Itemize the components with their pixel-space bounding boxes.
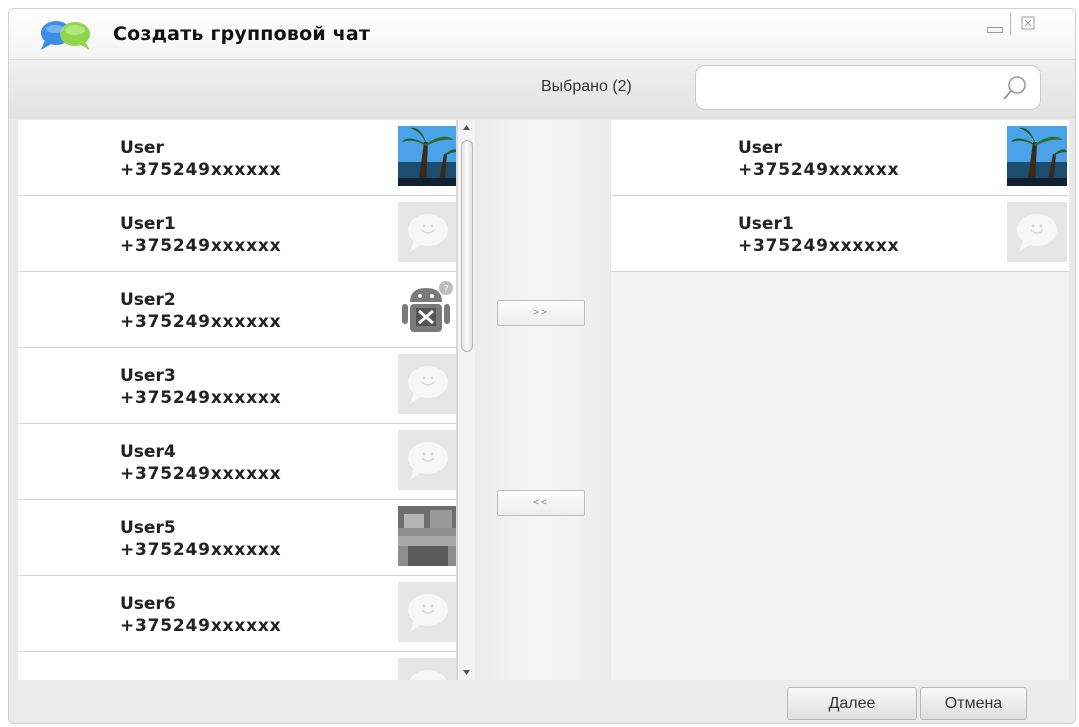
contact-name: User <box>120 138 164 158</box>
title-bar: Создать групповой чат <box>9 9 1075 59</box>
contact-name: User5 <box>120 518 176 538</box>
avatar <box>398 506 456 566</box>
contact-phone: +375249xxxxxx <box>120 464 282 484</box>
contact-row[interactable]: User1 +375249xxxxxx <box>18 196 456 272</box>
contact-name: User <box>738 138 782 158</box>
contact-phone: +375249xxxxxx <box>120 540 282 560</box>
default-avatar-icon <box>398 354 456 414</box>
selected-row[interactable]: User +375249xxxxxx <box>611 120 1069 196</box>
contact-name: User1 <box>120 214 176 234</box>
scroll-up-icon[interactable] <box>458 120 475 136</box>
footer: Далее Отмена <box>9 680 1075 723</box>
selected-count: Выбрано (2) <box>541 78 632 95</box>
contact-row[interactable]: User +375249xxxxxx <box>18 120 456 196</box>
contact-row[interactable]: User2 +375249xxxxxx ? <box>18 272 456 348</box>
toolbar: Выбрано (2) <box>9 59 1075 119</box>
contact-phone: +375249xxxxxx <box>738 160 900 180</box>
contact-name: User1 <box>738 214 794 234</box>
contacts-scrollbar[interactable] <box>457 120 475 680</box>
default-avatar-icon <box>398 582 456 642</box>
avatar <box>398 126 456 186</box>
contact-phone: +375249xxxxxx <box>120 236 282 256</box>
contacts-list: User +375249xxxxxx User1 +375249xxxxxx U… <box>18 120 457 680</box>
search-field[interactable] <box>695 65 1041 110</box>
add-to-selected-button[interactable]: >> <box>497 300 585 326</box>
svg-text:?: ? <box>443 284 448 295</box>
contact-phone: +375249xxxxxx <box>120 616 282 636</box>
next-button[interactable]: Далее <box>787 687 917 720</box>
transfer-column: >> << <box>476 120 610 680</box>
contact-phone: +375249xxxxxx <box>120 388 282 408</box>
contact-row[interactable]: User5 +375249xxxxxx <box>18 500 456 576</box>
contact-row[interactable]: User3 +375249xxxxxx <box>18 348 456 424</box>
contact-name: User3 <box>120 366 176 386</box>
contact-row[interactable]: User6 +375249xxxxxx <box>18 576 456 652</box>
contact-name: User6 <box>120 594 176 614</box>
remove-from-selected-button[interactable]: << <box>497 490 585 516</box>
default-avatar-icon <box>1007 202 1067 262</box>
contact-row-partial[interactable] <box>18 652 456 680</box>
contact-phone: +375249xxxxxx <box>120 312 282 332</box>
contact-row[interactable]: User4 +375249xxxxxx <box>18 424 456 500</box>
chat-bubbles-icon <box>41 21 90 50</box>
close-icon[interactable] <box>1021 14 1037 30</box>
contact-name: User4 <box>120 442 176 462</box>
group-chat-dialog: Создать групповой чат Выбрано (2) User +… <box>8 8 1076 724</box>
default-avatar-icon <box>398 202 456 262</box>
search-icon[interactable] <box>1000 73 1030 103</box>
android-tools-icon: ? <box>398 278 456 338</box>
scroll-thumb[interactable] <box>461 140 473 352</box>
selected-list: User +375249xxxxxx User1 +375249xxxxxx <box>611 120 1069 680</box>
avatar <box>1007 126 1067 186</box>
dialog-title: Создать групповой чат <box>113 23 371 45</box>
selected-row[interactable]: User1 +375249xxxxxx <box>611 196 1069 272</box>
default-avatar-icon <box>398 658 456 680</box>
default-avatar-icon <box>398 430 456 490</box>
contact-phone: +375249xxxxxx <box>120 160 282 180</box>
scroll-down-icon[interactable] <box>458 664 475 680</box>
contact-phone: +375249xxxxxx <box>738 236 900 256</box>
contact-name: User2 <box>120 290 176 310</box>
cancel-button[interactable]: Отмена <box>920 687 1027 720</box>
title-divider <box>1010 13 1011 35</box>
minimize-button[interactable] <box>985 15 1003 33</box>
